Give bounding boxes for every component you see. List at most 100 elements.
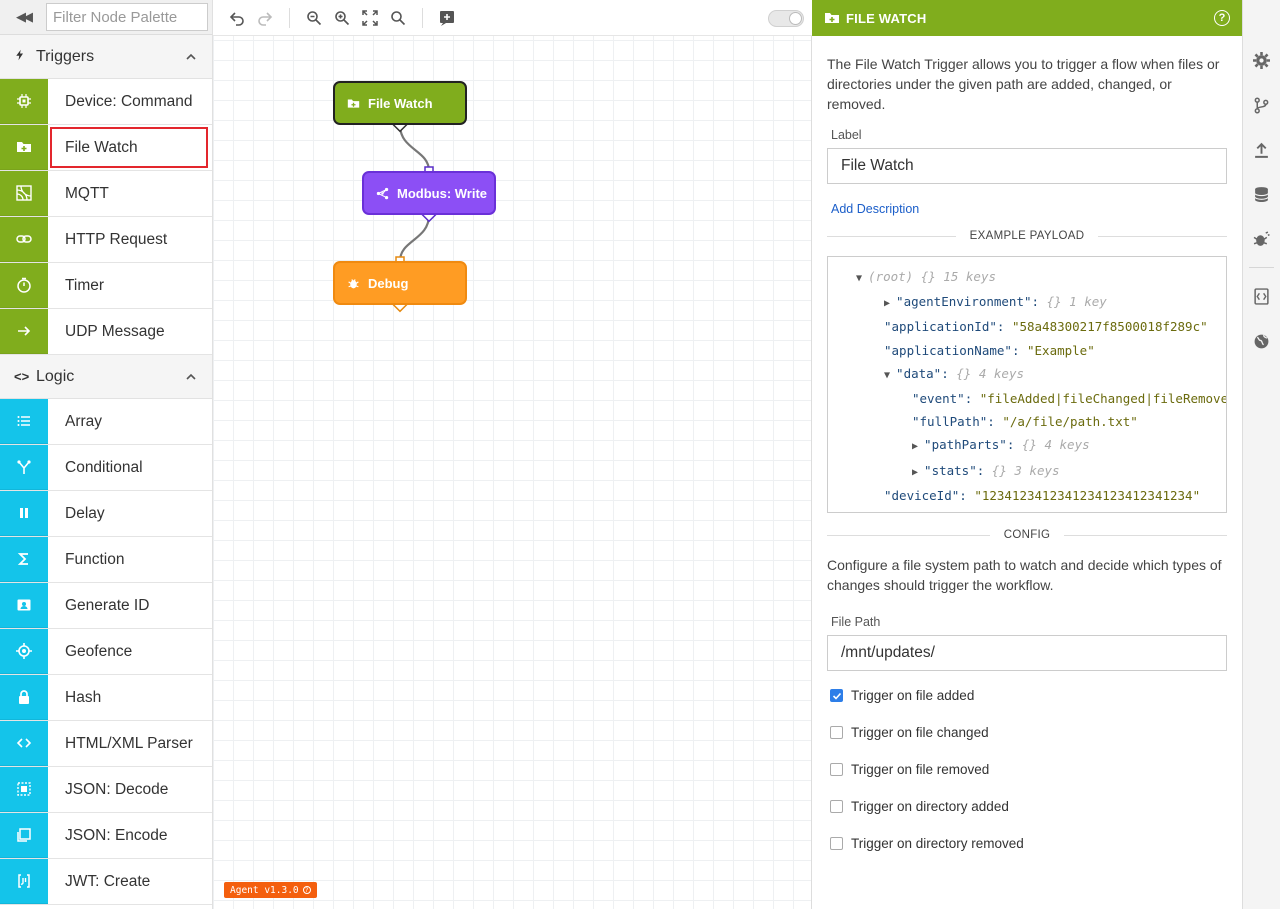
checkbox[interactable] xyxy=(830,763,843,776)
database-icon[interactable] xyxy=(1252,185,1270,203)
palette-item-hash[interactable]: Hash xyxy=(0,675,212,721)
checkbox-label: Trigger on file removed xyxy=(851,762,990,777)
example-payload-viewer[interactable]: ▼ (root) {} 15 keys ▶ "agentEnvironment":… xyxy=(827,256,1227,513)
palette-item-html-xml-parser[interactable]: HTML/XML Parser xyxy=(0,721,212,767)
payload-line: "event": "fileAdded|fileChanged|fileRemo… xyxy=(856,387,1226,410)
palette-item-file-watch[interactable]: File Watch xyxy=(0,125,212,171)
palette-item-conditional[interactable]: Conditional xyxy=(0,445,212,491)
json-encode-icon xyxy=(0,813,48,858)
view-toggle-switch[interactable] xyxy=(768,10,804,27)
trigger-option-row[interactable]: Trigger on directory removed xyxy=(827,825,1227,862)
caret-down-icon[interactable]: ▼ xyxy=(856,273,868,284)
node-modbus-write[interactable]: Modbus: Write xyxy=(362,171,496,215)
add-description-link[interactable]: Add Description xyxy=(831,202,1227,216)
palette-item-json-encode[interactable]: JSON: Encode xyxy=(0,813,212,859)
fit-to-screen-icon[interactable] xyxy=(356,4,384,32)
palette-item-label: HTTP Request xyxy=(65,230,168,248)
undo-icon[interactable] xyxy=(223,4,251,32)
folder-plus-icon xyxy=(347,98,360,108)
palette-item-generate-id[interactable]: Generate ID xyxy=(0,583,212,629)
palette-item-label: Hash xyxy=(65,688,102,706)
canvas-toolbar xyxy=(213,0,812,36)
node-debug[interactable]: Debug xyxy=(333,261,467,305)
pause-icon xyxy=(0,491,48,536)
version-branch-icon[interactable] xyxy=(1252,96,1270,114)
trigger-option-row[interactable]: Trigger on file changed xyxy=(827,714,1227,751)
payload-key: "data" xyxy=(896,365,942,381)
checkbox-label: Trigger on file added xyxy=(851,688,975,703)
chevron-up-icon[interactable] xyxy=(184,50,198,64)
palette-item-label: HTML/XML Parser xyxy=(65,734,193,752)
payload-line[interactable]: ▶ "agentEnvironment": {} 1 key xyxy=(856,290,1226,315)
caret-right-icon[interactable]: ▶ xyxy=(912,441,924,452)
checkbox[interactable] xyxy=(830,726,843,739)
palette-item-json-decode[interactable]: JSON: Decode xyxy=(0,767,212,813)
category-logic-header[interactable]: <> Logic xyxy=(0,355,212,399)
caret-down-icon[interactable]: ▼ xyxy=(884,370,896,381)
palette-item-device-command[interactable]: Device: Command xyxy=(0,79,212,125)
link-icon xyxy=(0,217,48,262)
json-decode-icon xyxy=(0,767,48,812)
caret-right-icon[interactable]: ▶ xyxy=(912,467,924,478)
chevron-up-icon[interactable] xyxy=(184,370,198,384)
zoom-out-icon[interactable] xyxy=(300,4,328,32)
node-file-watch[interactable]: File Watch xyxy=(333,81,467,125)
node-connections xyxy=(392,117,437,313)
palette-item-label: MQTT xyxy=(65,184,109,202)
config-heading: CONFIG xyxy=(827,529,1227,541)
trigger-options: Trigger on file added Trigger on file cha… xyxy=(827,677,1227,862)
palette-item-timer[interactable]: Timer xyxy=(0,263,212,309)
collapse-palette-button[interactable]: ◀◀ xyxy=(0,0,46,35)
embed-code-icon[interactable] xyxy=(1252,287,1270,305)
add-comment-icon[interactable] xyxy=(433,4,461,32)
debug-bug-icon[interactable] xyxy=(1252,230,1270,248)
payload-key: "applicationName" xyxy=(884,342,1012,358)
stopwatch-icon xyxy=(0,263,48,308)
palette-item-jwt-create[interactable]: JWT: Create xyxy=(0,859,212,905)
zoom-in-icon[interactable] xyxy=(328,4,356,32)
globe-icon[interactable] xyxy=(1252,332,1270,350)
palette-item-label: Array xyxy=(65,412,103,430)
payload-key: "deviceId" xyxy=(884,487,960,503)
payload-meta: {} 3 keys xyxy=(991,462,1060,478)
payload-line[interactable]: ▶ "pathParts": {} 4 keys xyxy=(856,433,1226,458)
sigma-icon xyxy=(0,537,48,582)
palette-item-function[interactable]: Function xyxy=(0,537,212,583)
trigger-option-row[interactable]: Trigger on directory added xyxy=(827,788,1227,825)
palette-item-http-request[interactable]: HTTP Request xyxy=(0,217,212,263)
payload-key: "event" xyxy=(912,391,965,407)
palette-item-array[interactable]: Array xyxy=(0,399,212,445)
checkbox-label: Trigger on file changed xyxy=(851,725,989,740)
trigger-option-row[interactable]: Trigger on file added xyxy=(827,677,1227,714)
payload-key: "deviceName" xyxy=(884,511,974,512)
help-icon[interactable]: ? xyxy=(1214,10,1230,26)
trigger-option-row[interactable]: Trigger on file removed xyxy=(827,751,1227,788)
checkbox[interactable] xyxy=(830,689,843,702)
checkbox[interactable] xyxy=(830,800,843,813)
redo-icon[interactable] xyxy=(251,4,279,32)
category-triggers-header[interactable]: Triggers xyxy=(0,35,212,79)
palette-item-mqtt[interactable]: MQTT xyxy=(0,171,212,217)
checkbox[interactable] xyxy=(830,837,843,850)
caret-right-icon[interactable]: ▶ xyxy=(884,298,896,309)
zoom-reset-icon[interactable] xyxy=(384,4,412,32)
workflow-canvas[interactable]: File Watch Modbus: Write Debug Agent v1.… xyxy=(213,0,812,909)
payload-key: (root) xyxy=(868,269,914,284)
palette-item-delay[interactable]: Delay xyxy=(0,491,212,537)
lock-icon xyxy=(0,675,48,720)
payload-line[interactable]: ▼ "data": {} 4 keys xyxy=(856,362,1226,387)
checkmark-icon xyxy=(832,692,841,700)
payload-meta: {} 1 key xyxy=(1046,294,1107,310)
payload-line[interactable]: ▶ "stats": {} 3 keys xyxy=(856,459,1226,484)
modbus-icon xyxy=(376,187,389,199)
payload-line[interactable]: ▼ (root) {} 15 keys xyxy=(856,265,1226,290)
label-input[interactable] xyxy=(827,148,1227,184)
palette-item-udp-message[interactable]: UDP Message xyxy=(0,309,212,355)
upload-icon[interactable] xyxy=(1252,141,1270,159)
palette-item-geofence[interactable]: Geofence xyxy=(0,629,212,675)
agent-version-badge[interactable]: Agent v1.3.0 ? xyxy=(224,882,317,898)
file-path-input[interactable] xyxy=(827,635,1227,671)
settings-gear-icon[interactable] xyxy=(1252,51,1270,69)
payload-key: "fullPath" xyxy=(912,414,988,430)
filter-node-palette-input[interactable] xyxy=(46,3,208,31)
